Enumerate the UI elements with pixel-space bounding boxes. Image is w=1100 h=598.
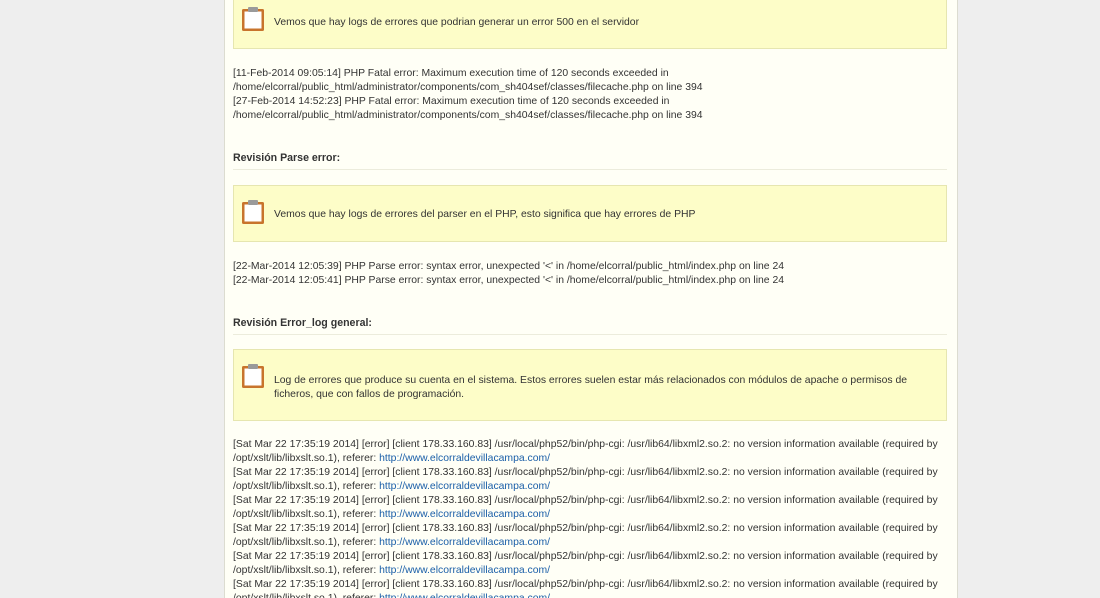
clipboard-icon	[242, 7, 264, 31]
referer-link[interactable]: http://www.elcorraldevillacampa.com/	[379, 509, 550, 520]
referer-link[interactable]: http://www.elcorraldevillacampa.com/	[379, 537, 550, 548]
info-note: Vemos que hay logs de errores que podria…	[233, 0, 947, 49]
clipboard-icon	[242, 364, 264, 388]
log-entry: [Sat Mar 22 17:35:19 2014] [error] [clie…	[233, 522, 945, 550]
log-entry: [27-Feb-2014 14:52:23] PHP Fatal error: …	[233, 96, 703, 121]
log-text: [Sat Mar 22 17:35:19 2014] [error] [clie…	[233, 523, 938, 548]
log-entry: [Sat Mar 22 17:35:19 2014] [error] [clie…	[233, 494, 945, 522]
log-entry: [Sat Mar 22 17:35:19 2014] [error] [clie…	[233, 578, 945, 598]
log-entry: [22-Mar-2014 12:05:39] PHP Parse error: …	[233, 261, 785, 272]
referer-link[interactable]: http://www.elcorraldevillacampa.com/	[379, 453, 550, 464]
referer-link[interactable]: http://www.elcorraldevillacampa.com/	[379, 593, 550, 598]
section-heading: Revisión Error_log general:	[233, 317, 947, 335]
report-page: Vemos que hay logs de errores que podria…	[224, 0, 958, 598]
referer-link[interactable]: http://www.elcorraldevillacampa.com/	[379, 565, 550, 576]
referer-link[interactable]: http://www.elcorraldevillacampa.com/	[379, 481, 550, 492]
log-text: [Sat Mar 22 17:35:19 2014] [error] [clie…	[233, 495, 938, 520]
log-entry: [Sat Mar 22 17:35:19 2014] [error] [clie…	[233, 550, 945, 578]
log-text: [Sat Mar 22 17:35:19 2014] [error] [clie…	[233, 579, 938, 598]
info-note: Vemos que hay logs de errores del parser…	[233, 185, 947, 242]
log-entry: [Sat Mar 22 17:35:19 2014] [error] [clie…	[233, 466, 945, 494]
note-text: Vemos que hay logs de errores que podria…	[274, 17, 640, 28]
clipboard-icon	[242, 200, 264, 224]
error-log: [22-Mar-2014 12:05:39] PHP Parse error: …	[233, 260, 945, 288]
info-note: Log de errores que produce su cuenta en …	[233, 349, 947, 421]
error-log: [11-Feb-2014 09:05:14] PHP Fatal error: …	[233, 67, 945, 123]
log-text: [Sat Mar 22 17:35:19 2014] [error] [clie…	[233, 467, 938, 492]
note-text: Vemos que hay logs de errores del parser…	[274, 209, 696, 220]
note-text: Log de errores que produce su cuenta en …	[274, 375, 908, 400]
log-entry: [11-Feb-2014 09:05:14] PHP Fatal error: …	[233, 68, 703, 93]
log-text: [Sat Mar 22 17:35:19 2014] [error] [clie…	[233, 551, 938, 576]
error-log: [Sat Mar 22 17:35:19 2014] [error] [clie…	[233, 438, 945, 598]
log-entry: [Sat Mar 22 17:35:19 2014] [error] [clie…	[233, 438, 945, 466]
section-heading: Revisión Parse error:	[233, 152, 947, 170]
log-entry: [22-Mar-2014 12:05:41] PHP Parse error: …	[233, 275, 785, 286]
log-text: [Sat Mar 22 17:35:19 2014] [error] [clie…	[233, 439, 938, 464]
